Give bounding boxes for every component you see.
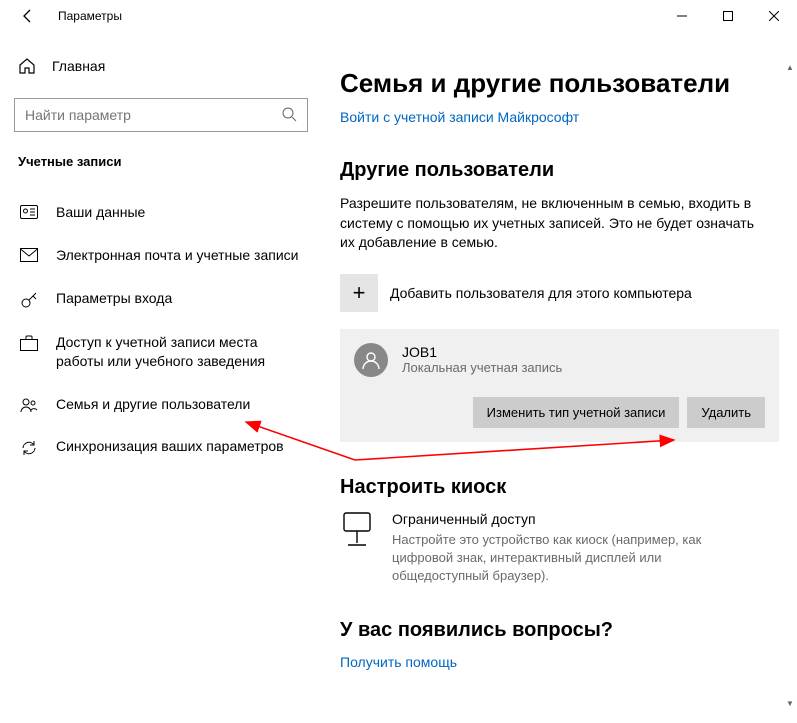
sidebar-item-your-info[interactable]: Ваши данные	[14, 191, 312, 234]
home-label: Главная	[52, 58, 105, 74]
people-icon	[20, 397, 38, 413]
search-input[interactable]	[25, 107, 281, 123]
sidebar-item-label: Доступ к учетной записи места работы или…	[56, 333, 306, 371]
other-users-heading: Другие пользователи	[340, 159, 787, 182]
user-name: JOB1	[402, 344, 562, 360]
sidebar-item-email[interactable]: Электронная почта и учетные записи	[14, 234, 312, 277]
minimize-button[interactable]	[659, 0, 705, 32]
sidebar-item-label: Параметры входа	[56, 289, 172, 308]
plus-icon: +	[340, 274, 378, 312]
id-card-icon	[20, 205, 38, 219]
user-card[interactable]: JOB1 Локальная учетная запись Изменить т…	[340, 329, 779, 442]
sidebar-item-signin-options[interactable]: Параметры входа	[14, 277, 312, 321]
sidebar-item-label: Семья и другие пользователи	[56, 395, 250, 414]
user-type: Локальная учетная запись	[402, 360, 562, 375]
back-button[interactable]	[16, 4, 40, 28]
key-icon	[20, 291, 38, 309]
kiosk-setup-button[interactable]: Ограниченный доступ Настройте это устрой…	[340, 511, 750, 586]
section-heading: Учетные записи	[18, 154, 312, 169]
scroll-down-icon[interactable]: ▼	[783, 696, 797, 710]
kiosk-item-description: Настройте это устройство как киоск (напр…	[392, 531, 750, 586]
search-icon	[281, 106, 297, 125]
mail-icon	[20, 248, 38, 262]
home-nav[interactable]: Главная	[14, 46, 312, 86]
sync-icon	[20, 439, 38, 457]
sidebar-item-label: Синхронизация ваших параметров	[56, 437, 284, 456]
other-users-description: Разрешите пользователям, не включенным в…	[340, 194, 760, 253]
kiosk-item-title: Ограниченный доступ	[392, 511, 750, 527]
sidebar-item-family[interactable]: Семья и другие пользователи	[14, 383, 312, 426]
get-help-link[interactable]: Получить помощь	[340, 654, 457, 670]
briefcase-icon	[20, 335, 38, 351]
sidebar-item-sync[interactable]: Синхронизация ваших параметров	[14, 425, 312, 469]
page-title: Семья и другие пользователи	[340, 68, 787, 99]
signin-link[interactable]: Войти с учетной записи Майкрософт	[340, 109, 579, 125]
sidebar: Главная Учетные записи Ваши данные Э	[0, 32, 320, 723]
home-icon	[18, 57, 36, 75]
add-user-button[interactable]: + Добавить пользователя для этого компью…	[340, 271, 787, 315]
search-input-wrapper[interactable]	[14, 98, 308, 132]
help-heading: У вас появились вопросы?	[340, 619, 787, 642]
kiosk-icon	[340, 511, 376, 552]
maximize-button[interactable]	[705, 0, 751, 32]
kiosk-heading: Настроить киоск	[340, 476, 787, 499]
sidebar-item-label: Ваши данные	[56, 203, 145, 222]
avatar	[354, 343, 388, 377]
close-button[interactable]	[751, 0, 797, 32]
content-pane: Семья и другие пользователи Войти с учет…	[320, 32, 797, 723]
sidebar-item-work-access[interactable]: Доступ к учетной записи места работы или…	[14, 321, 312, 383]
delete-user-button[interactable]: Удалить	[687, 397, 765, 428]
sidebar-item-label: Электронная почта и учетные записи	[56, 246, 298, 265]
window-title: Параметры	[58, 9, 122, 23]
scrollbar[interactable]: ▲ ▼	[783, 60, 797, 710]
change-account-type-button[interactable]: Изменить тип учетной записи	[473, 397, 680, 428]
titlebar: Параметры	[0, 0, 797, 32]
add-user-label: Добавить пользователя для этого компьюте…	[390, 285, 692, 301]
scroll-up-icon[interactable]: ▲	[783, 60, 797, 74]
